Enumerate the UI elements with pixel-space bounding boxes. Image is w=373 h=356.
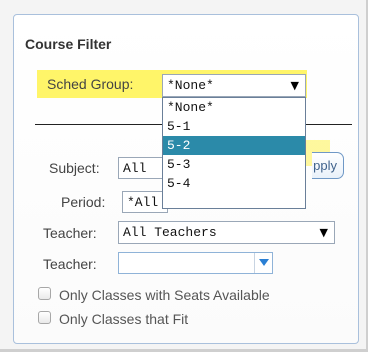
- chevron-down-icon: ▼: [290, 79, 299, 92]
- teacher-value: All Teachers: [123, 225, 217, 240]
- sched-group-select[interactable]: *None* ▼: [162, 74, 306, 97]
- apply-button[interactable]: pply: [312, 152, 344, 179]
- dropdown-option-selected[interactable]: 5-2: [163, 136, 305, 155]
- sched-group-dropdown-list[interactable]: *None* 5-1 5-2 5-3 5-4: [162, 97, 306, 209]
- dropdown-option[interactable]: 5-1: [163, 117, 305, 136]
- subject-label: Subject:: [49, 160, 100, 176]
- period-value: *All: [127, 195, 159, 210]
- chevron-down-icon: ▼: [319, 226, 328, 239]
- teacher-label: Teacher:: [43, 225, 97, 241]
- combo-dropdown-button[interactable]: [254, 253, 272, 273]
- classes-fit-label: Only Classes that Fit: [59, 311, 189, 327]
- triangle-down-icon: [259, 259, 269, 266]
- dropdown-option[interactable]: 5-3: [163, 155, 305, 174]
- subject-value: All: [123, 161, 147, 176]
- sched-group-value: *None*: [167, 78, 214, 93]
- seats-available-checkbox[interactable]: [38, 287, 51, 300]
- teacher-2-combobox[interactable]: [118, 252, 273, 274]
- period-label: Period:: [61, 194, 106, 210]
- seats-available-label: Only Classes with Seats Available: [59, 287, 270, 303]
- teacher-select[interactable]: All Teachers ▼: [118, 221, 335, 244]
- teacher-2-label: Teacher:: [43, 256, 97, 272]
- classes-fit-checkbox[interactable]: [38, 311, 51, 324]
- subject-select[interactable]: All: [118, 157, 168, 179]
- panel-title: Course Filter: [25, 36, 112, 52]
- sched-group-label: Sched Group:: [47, 76, 134, 92]
- dropdown-option[interactable]: *None*: [163, 98, 305, 117]
- dropdown-option[interactable]: 5-4: [163, 174, 305, 193]
